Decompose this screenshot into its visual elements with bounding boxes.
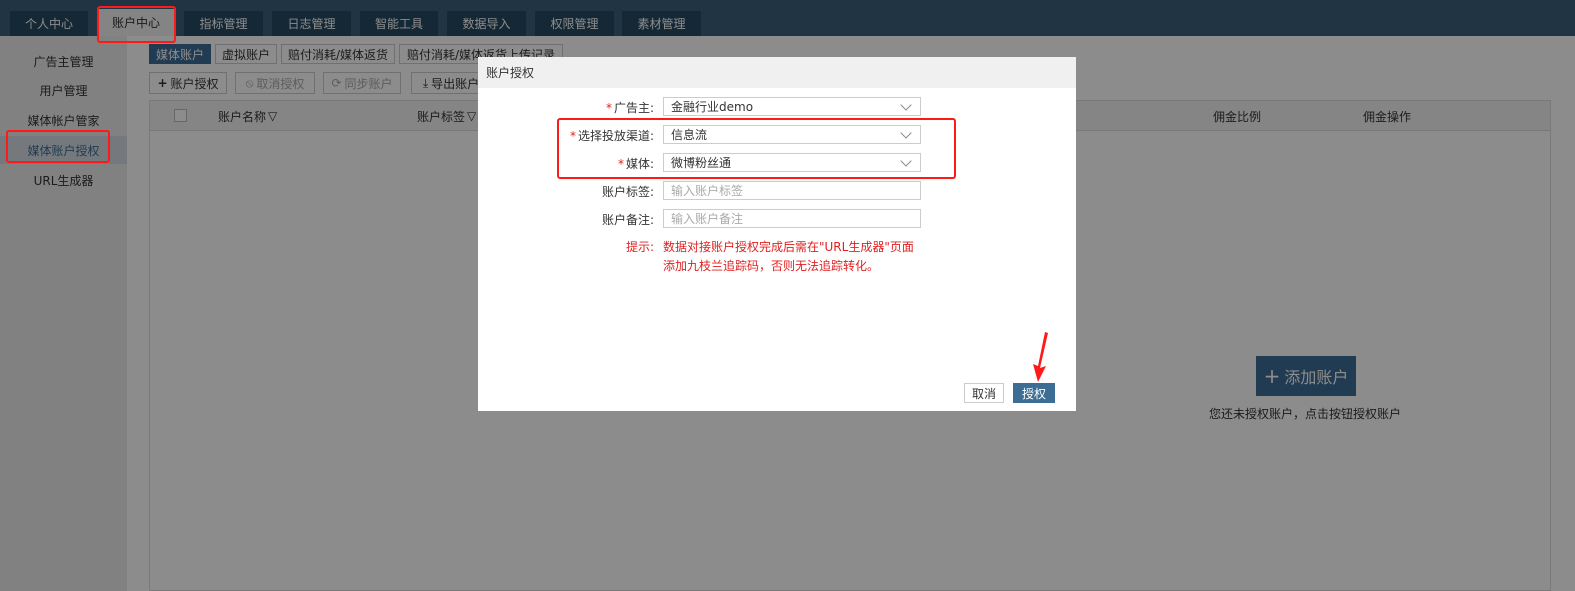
advertiser-label: * 广告主: — [548, 99, 654, 116]
required-mark: * — [605, 101, 612, 115]
cancel-button[interactable]: 取消 — [964, 383, 1004, 403]
advertiser-label-text: 广告主: — [613, 101, 654, 115]
chevron-down-icon — [900, 99, 912, 111]
annotation-box-channel-media — [557, 118, 956, 179]
tip-label: 提示: — [626, 240, 655, 254]
authorize-modal: 账户授权 * 广告主: 金融行业demo * 选择投放渠道: 信息流 * 媒体: 微博… — [478, 57, 1076, 411]
account-note-input[interactable]: 输入账户备注 — [663, 209, 921, 228]
authorize-button[interactable]: 授权 — [1013, 383, 1055, 403]
advertiser-select[interactable]: 金融行业demo — [663, 97, 921, 116]
account-note-label: 账户备注: — [601, 213, 654, 227]
annotation-box-account-center — [97, 6, 176, 43]
account-tag-input[interactable]: 输入账户标签 — [663, 181, 921, 200]
annotation-arrow-icon — [1033, 332, 1048, 382]
account-tag-label: 账户标签: — [601, 185, 654, 199]
modal-title: 账户授权 — [478, 57, 1076, 88]
annotation-box-media-account-auth — [6, 130, 110, 163]
tip-text: 数据对接账户授权完成后需在"URL生成器"页面添加九枝兰追踪码，否则无法追踪转化… — [663, 240, 914, 273]
advertiser-value: 金融行业demo — [671, 100, 754, 114]
